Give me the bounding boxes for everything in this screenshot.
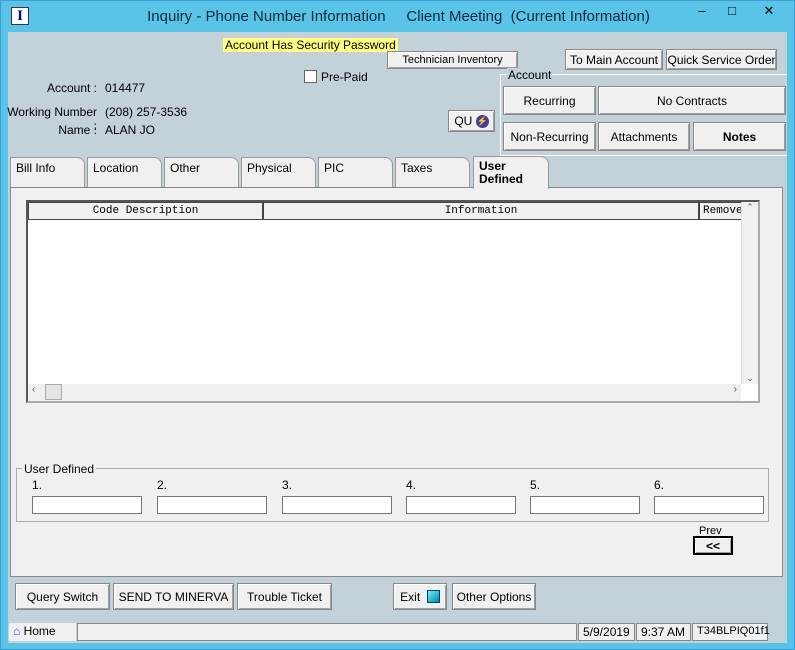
tab-pic[interactable]: PIC (318, 157, 393, 187)
field-6-input[interactable] (654, 496, 764, 514)
status-terminal: T34BLPIQ01f1 (692, 623, 770, 641)
working-number-value: (208) 257-3536 (105, 105, 188, 119)
send-to-minerva-button[interactable]: SEND TO MINERVA (113, 583, 234, 610)
prepaid-checkbox[interactable] (304, 70, 317, 83)
status-message (77, 623, 577, 641)
user-defined-legend: User Defined (22, 462, 97, 476)
column-header-remove[interactable]: Remove (699, 202, 742, 220)
account-value: 014477 (105, 81, 146, 95)
notes-button[interactable]: Notes (693, 122, 786, 151)
minimize-button[interactable]: – (689, 2, 715, 22)
field-4-label: 4. (406, 478, 417, 492)
account-group-legend: Account (507, 68, 553, 82)
trouble-ticket-button[interactable]: Trouble Ticket (237, 583, 332, 610)
column-header-information[interactable]: Information (263, 202, 699, 220)
close-button[interactable]: ✕ (749, 2, 789, 22)
status-date: 5/9/2019 (578, 623, 635, 641)
other-options-button[interactable]: Other Options (452, 583, 536, 610)
field-5-input[interactable] (530, 496, 640, 514)
prev-button[interactable]: << (693, 536, 733, 555)
field-6-label: 6. (654, 478, 665, 492)
exit-door-icon (426, 590, 440, 603)
title-bar: I Inquiry - Phone Number Information Cli… (1, 1, 795, 33)
attachments-button[interactable]: Attachments (598, 122, 690, 151)
field-3-input[interactable] (282, 496, 392, 514)
query-switch-button[interactable]: Query Switch (15, 583, 110, 610)
security-notice: Account Has Security Password (223, 38, 398, 52)
account-label: Account : (46, 81, 97, 95)
recurring-button[interactable]: Recurring (503, 86, 596, 115)
field-3-label: 3. (282, 478, 293, 492)
vertical-scrollbar[interactable]: ⌃ ⌄ (741, 202, 758, 384)
quick-service-order-button[interactable]: Quick Service Order (666, 49, 777, 70)
to-main-account-button[interactable]: To Main Account (565, 49, 663, 70)
home-label: Home (23, 624, 56, 638)
field-2-label: 2. (157, 478, 168, 492)
technician-inventory-button[interactable]: Technician Inventory (387, 51, 518, 69)
qu-button[interactable]: QU ⚡ (448, 110, 495, 132)
tab-taxes[interactable]: Taxes (395, 157, 470, 187)
home-button[interactable]: ⌂ Home (9, 623, 76, 641)
status-time: 9:37 AM (636, 623, 691, 641)
no-contracts-button[interactable]: No Contracts (598, 86, 786, 115)
tab-other[interactable]: Other (164, 157, 239, 187)
field-4-input[interactable] (406, 496, 516, 514)
field-1-label: 1. (32, 478, 43, 492)
prepaid-label: Pre-Paid (321, 70, 368, 84)
name-value: ALAN JO (105, 123, 156, 137)
field-2-input[interactable] (157, 496, 267, 514)
horizontal-scrollbar[interactable]: ‹ › (28, 384, 741, 401)
scroll-thumb[interactable] (45, 384, 62, 400)
column-header-code-description[interactable]: Code Description (28, 202, 263, 220)
tab-user-defined[interactable]: User Defined (473, 156, 549, 189)
tab-bill-info[interactable]: Bill Info (10, 157, 85, 187)
lightning-icon: ⚡ (475, 114, 489, 128)
tab-location[interactable]: Location (87, 157, 162, 187)
exit-button[interactable]: Exit (393, 583, 447, 610)
home-icon: ⌂ (13, 624, 21, 638)
name-label: Name : (58, 123, 97, 137)
tab-physical[interactable]: Physical (241, 157, 316, 187)
field-1-input[interactable] (32, 496, 142, 514)
window-title: Inquiry - Phone Number Information Clien… (147, 8, 650, 25)
user-defined-grid: Code Description Information Remove ⌃ ⌄ ‹… (26, 200, 760, 403)
qu-label: QU (454, 114, 473, 128)
non-recurring-button[interactable]: Non-Recurring (503, 122, 596, 151)
field-5-label: 5. (530, 478, 541, 492)
exit-label: Exit (400, 589, 421, 604)
maximize-button[interactable]: □ (719, 2, 745, 22)
